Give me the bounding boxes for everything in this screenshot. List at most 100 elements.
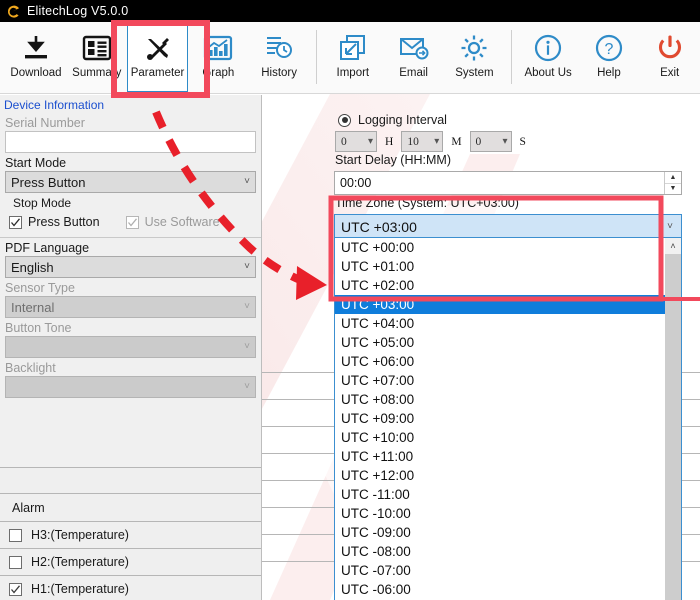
serial-number-label: Serial Number: [0, 113, 261, 131]
toolbar-label-graph: Graph: [202, 67, 234, 79]
stop-mode-use-software-label: Use Software: [145, 215, 220, 229]
time-zone-option[interactable]: UTC +01:00: [335, 257, 665, 276]
dropdown-scrollbar[interactable]: ˄: [665, 238, 681, 600]
chevron-down-icon: ˅: [244, 262, 250, 272]
toolbar-button-system[interactable]: System: [444, 22, 505, 92]
alarm-row[interactable]: H3:(Temperature): [0, 522, 261, 549]
chevron-down-icon: ˅: [244, 342, 250, 352]
toolbar-separator-1: [316, 30, 317, 84]
bar-chart-icon: [203, 30, 233, 66]
time-zone-option[interactable]: UTC +06:00: [335, 352, 665, 371]
toolbar-button-download[interactable]: Download: [6, 22, 67, 92]
toolbar-separator-2: [511, 30, 512, 84]
download-icon: [21, 30, 51, 66]
time-zone-option[interactable]: UTC +03:00: [335, 295, 665, 314]
logging-interval-label: Logging Interval: [358, 113, 447, 127]
radio-selected-icon[interactable]: [338, 114, 351, 127]
time-zone-option[interactable]: UTC +00:00: [335, 238, 665, 257]
spinner-up-icon[interactable]: ▲: [665, 172, 681, 184]
application-window: ElitechLog V5.0.0 Download: [0, 0, 700, 600]
scrollbar-thumb[interactable]: [665, 254, 681, 600]
alarm-row-label: H2:(Temperature): [31, 555, 129, 569]
checkbox-unchecked-icon[interactable]: [9, 556, 22, 569]
svg-text:?: ?: [604, 41, 613, 58]
interval-hours-value: 0: [341, 136, 347, 148]
spinner-down-icon[interactable]: ▼: [665, 184, 681, 195]
right-settings-panel: Logging Interval 0 ▾ H 10 ▾ M 0 ▾ S Star…: [262, 95, 700, 600]
chevron-down-icon: ˅: [244, 177, 250, 187]
interval-minutes-unit: M: [443, 136, 469, 148]
stop-mode-press-button-checkbox[interactable]: Press Button: [9, 215, 100, 229]
chevron-down-icon: ˅: [244, 382, 250, 392]
interval-seconds-select[interactable]: 0 ▾: [470, 131, 512, 152]
alarm-row[interactable]: H2:(Temperature): [0, 549, 261, 576]
time-zone-select[interactable]: UTC +03:00 ˅: [334, 214, 682, 239]
button-tone-select: ˅: [5, 336, 256, 358]
alarm-row-label: H1:(Temperature): [31, 582, 129, 596]
time-zone-dropdown-list[interactable]: UTC +00:00UTC +01:00UTC +02:00UTC +03:00…: [334, 237, 682, 600]
alarm-rows-container: H3:(Temperature) H2:(Temperature) H1:(Temp…: [0, 522, 261, 600]
interval-minutes-select[interactable]: 10 ▾: [401, 131, 443, 152]
time-zone-option-list[interactable]: UTC +00:00UTC +01:00UTC +02:00UTC +03:00…: [335, 238, 665, 600]
scroll-up-icon[interactable]: ˄: [665, 238, 681, 254]
time-zone-option[interactable]: UTC +02:00: [335, 276, 665, 295]
time-zone-option[interactable]: UTC +10:00: [335, 428, 665, 447]
time-zone-option[interactable]: UTC +05:00: [335, 333, 665, 352]
pdf-language-select[interactable]: English ˅: [5, 256, 256, 278]
time-zone-option[interactable]: UTC -08:00: [335, 542, 665, 561]
alarm-row[interactable]: H1:(Temperature): [0, 576, 261, 600]
logging-interval-radio-row[interactable]: Logging Interval: [338, 113, 447, 127]
start-mode-select[interactable]: Press Button ˅: [5, 171, 256, 193]
toolbar-button-import[interactable]: Import: [322, 22, 383, 92]
sensor-type-select: Internal ˅: [5, 296, 256, 318]
checkbox-checked-disabled-icon: [126, 216, 139, 229]
time-zone-option[interactable]: UTC -07:00: [335, 561, 665, 580]
left-device-panel: Device Information Serial Number Start M…: [0, 95, 262, 600]
toolbar-label-exit: Exit: [660, 67, 679, 79]
gear-icon: [459, 30, 489, 66]
toolbar-label-history: History: [261, 67, 297, 79]
alarm-header-label: Alarm: [12, 501, 45, 515]
time-zone-option[interactable]: UTC +11:00: [335, 447, 665, 466]
serial-number-input[interactable]: [5, 131, 256, 153]
time-zone-value: UTC +03:00: [341, 219, 417, 235]
start-delay-spinner[interactable]: ▲ ▼: [664, 172, 681, 194]
chevron-down-icon: ˅: [667, 222, 673, 232]
toolbar-button-help[interactable]: ? Help: [579, 22, 640, 92]
toolbar-button-summary[interactable]: Summary: [66, 22, 127, 92]
toolbar-button-graph[interactable]: Graph: [188, 22, 249, 92]
time-zone-option[interactable]: UTC -09:00: [335, 523, 665, 542]
start-delay-input[interactable]: 00:00 ▲ ▼: [334, 171, 682, 195]
time-zone-label: Time Zone (System: UTC+03:00): [335, 196, 519, 210]
stop-mode-press-button-label: Press Button: [28, 215, 100, 229]
toolbar-button-history[interactable]: History: [249, 22, 310, 92]
chevron-down-icon: ▾: [503, 137, 508, 147]
chevron-down-icon: ▾: [368, 137, 373, 147]
pdf-language-value: English: [11, 260, 54, 275]
backlight-select: ˅: [5, 376, 256, 398]
toolbar-label-about-us: About Us: [524, 67, 571, 79]
power-off-icon: [655, 30, 685, 66]
start-mode-label: Start Mode: [0, 153, 261, 171]
start-mode-value: Press Button: [11, 175, 85, 190]
question-circle-icon: ?: [594, 30, 624, 66]
time-zone-option[interactable]: UTC -11:00: [335, 485, 665, 504]
toolbar-button-parameter[interactable]: Parameter: [127, 22, 188, 92]
time-zone-option[interactable]: UTC +08:00: [335, 390, 665, 409]
interval-hours-select[interactable]: 0 ▾: [335, 131, 377, 152]
toolbar-label-help: Help: [597, 67, 621, 79]
checkbox-unchecked-icon[interactable]: [9, 529, 22, 542]
time-zone-option[interactable]: UTC -10:00: [335, 504, 665, 523]
time-zone-option[interactable]: UTC +09:00: [335, 409, 665, 428]
time-zone-option[interactable]: UTC -06:00: [335, 580, 665, 599]
toolbar-button-exit[interactable]: Exit: [639, 22, 700, 92]
toolbar-label-parameter: Parameter: [131, 67, 185, 79]
toolbar-button-about-us[interactable]: About Us: [518, 22, 579, 92]
time-zone-option[interactable]: UTC +12:00: [335, 466, 665, 485]
time-zone-option[interactable]: UTC +07:00: [335, 371, 665, 390]
time-zone-option[interactable]: UTC +04:00: [335, 314, 665, 333]
toolbar-button-email[interactable]: Email: [383, 22, 444, 92]
checkbox-checked-icon[interactable]: [9, 583, 22, 596]
sensor-type-value: Internal: [11, 300, 54, 315]
toolbar-label-summary: Summary: [72, 67, 121, 79]
